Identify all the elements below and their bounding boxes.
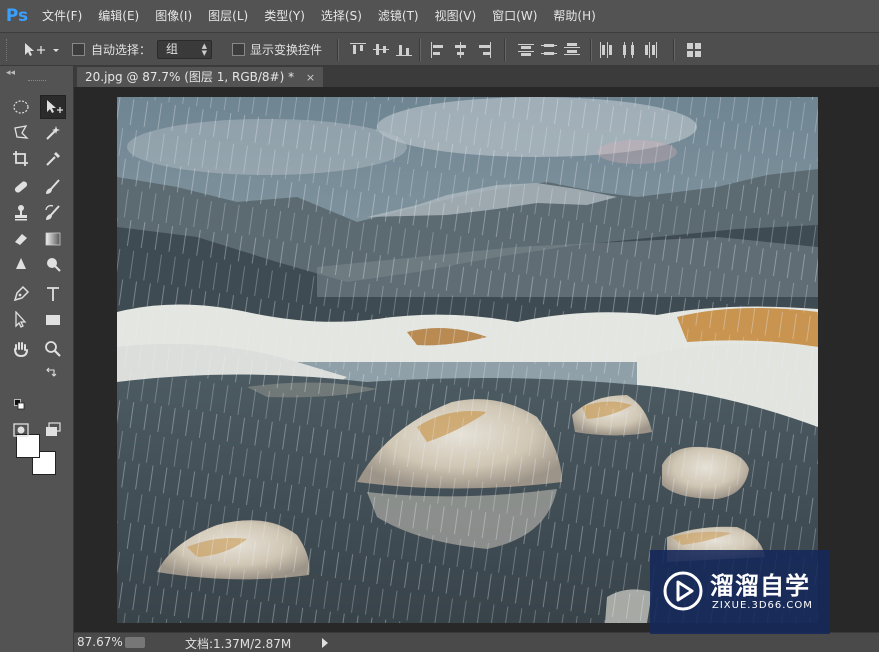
healing-brush-icon[interactable] xyxy=(8,175,34,199)
screen-mode-icon[interactable] xyxy=(40,418,66,442)
auto-select-value: 组 xyxy=(166,42,179,56)
align-bottom-edges-icon[interactable] xyxy=(396,42,412,58)
document-tab-bar: 20.jpg @ 87.7% (图层 1, RGB/8#) * × xyxy=(74,66,879,87)
crop-icon[interactable] xyxy=(8,147,34,171)
distribute-vertical-centers-icon[interactable] xyxy=(541,42,557,58)
marquee-icon[interactable] xyxy=(8,95,34,119)
dropdown-arrows-icon: ▲ ▼ xyxy=(201,42,207,57)
divider xyxy=(504,39,506,61)
brush-icon[interactable] xyxy=(40,175,66,199)
auto-align-layers-icon[interactable] xyxy=(686,42,702,58)
photoshop-logo: Ps xyxy=(5,6,29,26)
rectangle-icon[interactable] xyxy=(40,308,66,332)
distribute-right-edges-icon[interactable] xyxy=(644,42,660,58)
tools-panel: ◂◂ xyxy=(0,66,74,652)
play-logo-icon xyxy=(662,570,704,615)
dodge-icon[interactable] xyxy=(40,253,66,277)
menu-window[interactable]: 窗口(W) xyxy=(484,0,545,32)
history-brush-icon[interactable] xyxy=(40,201,66,225)
distribute-bottom-edges-icon[interactable] xyxy=(564,42,580,58)
magic-wand-icon[interactable] xyxy=(40,121,66,145)
auto-select-label: 自动选择： xyxy=(91,43,152,57)
eraser-icon[interactable] xyxy=(8,227,34,251)
menu-help[interactable]: 帮助(H) xyxy=(545,0,603,32)
auto-select-dropdown[interactable]: 组 ▲ ▼ xyxy=(157,40,212,59)
watermark-title: 溜溜自学 xyxy=(710,572,810,600)
default-colors-icon[interactable] xyxy=(14,399,25,410)
document-image[interactable] xyxy=(117,97,818,623)
status-menu-arrow-icon[interactable] xyxy=(322,638,328,648)
move-icon xyxy=(25,43,59,56)
divider xyxy=(419,39,421,61)
menu-select[interactable]: 选择(S) xyxy=(313,0,370,32)
zoom-icon[interactable] xyxy=(40,337,66,361)
menu-layer[interactable]: 图层(L) xyxy=(200,0,256,32)
lasso-icon[interactable] xyxy=(8,121,34,145)
auto-select-checkbox[interactable] xyxy=(72,43,85,56)
type-icon[interactable] xyxy=(40,282,66,306)
distribute-left-edges-icon[interactable] xyxy=(598,42,614,58)
align-vertical-centers-icon[interactable] xyxy=(373,42,389,58)
divider xyxy=(590,39,592,61)
menu-filter[interactable]: 滤镜(T) xyxy=(370,0,427,32)
menu-view[interactable]: 视图(V) xyxy=(427,0,485,32)
menu-file[interactable]: 文件(F) xyxy=(34,0,90,32)
options-bar-grip[interactable] xyxy=(6,39,10,61)
path-select-icon[interactable] xyxy=(8,308,34,332)
align-right-edges-icon[interactable] xyxy=(476,42,492,58)
document-tab-title: 20.jpg @ 87.7% (图层 1, RGB/8#) * xyxy=(85,70,295,84)
status-bar: 87.67% 文档:1.37M/2.87M xyxy=(74,632,879,652)
pen-icon[interactable] xyxy=(8,282,34,306)
menu-edit[interactable]: 编辑(E) xyxy=(90,0,147,32)
blur-icon[interactable] xyxy=(8,253,34,277)
close-icon[interactable]: × xyxy=(306,71,315,84)
zoom-level[interactable]: 87.67% xyxy=(77,635,123,649)
clone-stamp-icon[interactable] xyxy=(8,201,34,225)
tools-panel-grip[interactable] xyxy=(28,80,46,84)
menu-image[interactable]: 图像(I) xyxy=(147,0,200,32)
align-top-edges-icon[interactable] xyxy=(350,42,366,58)
collapse-panel-icon[interactable]: ◂◂ xyxy=(6,68,15,78)
divider xyxy=(673,39,675,61)
align-left-edges-icon[interactable] xyxy=(430,42,446,58)
watermark-subtitle: ZIXUE.3D66.COM xyxy=(712,600,813,611)
menu-type[interactable]: 类型(Y) xyxy=(256,0,313,32)
options-bar: 自动选择： 组 ▲ ▼ 显示变换控件 xyxy=(0,32,879,66)
document-size: 文档:1.37M/2.87M xyxy=(185,637,292,651)
tool-preset-picker[interactable] xyxy=(22,41,62,59)
show-transform-checkbox[interactable] xyxy=(232,43,245,56)
distribute-top-edges-icon[interactable] xyxy=(518,42,534,58)
swap-colors-icon[interactable] xyxy=(45,366,57,378)
hand-icon[interactable] xyxy=(8,337,34,361)
document-tab[interactable]: 20.jpg @ 87.7% (图层 1, RGB/8#) * × xyxy=(77,67,324,87)
menu-bar: Ps 文件(F) 编辑(E) 图像(I) 图层(L) 类型(Y) 选择(S) 滤… xyxy=(0,0,879,32)
gradient-icon[interactable] xyxy=(40,227,66,251)
eyedropper-icon[interactable] xyxy=(40,147,66,171)
status-info-icon[interactable] xyxy=(125,637,145,648)
show-transform-label: 显示变换控件 xyxy=(250,43,323,57)
quick-mask-icon[interactable] xyxy=(8,418,34,442)
move-icon[interactable] xyxy=(40,95,66,119)
divider xyxy=(337,39,339,61)
watermark: 溜溜自学 ZIXUE.3D66.COM xyxy=(650,550,830,634)
distribute-horizontal-centers-icon[interactable] xyxy=(621,42,637,58)
align-horizontal-centers-icon[interactable] xyxy=(453,42,469,58)
